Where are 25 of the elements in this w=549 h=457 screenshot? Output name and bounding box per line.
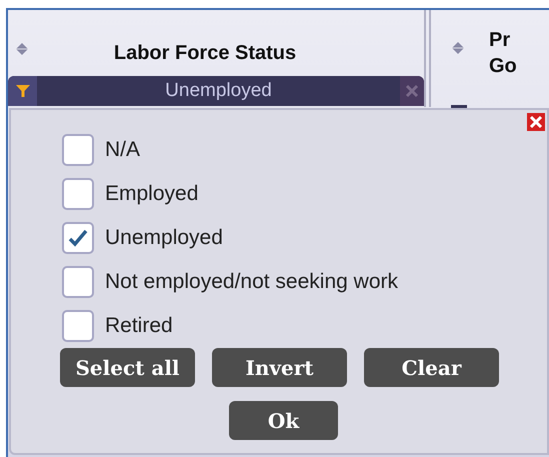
- option-label: Retired: [105, 312, 173, 339]
- checkbox[interactable]: [62, 222, 94, 254]
- close-icon[interactable]: [527, 113, 545, 131]
- option-label: Not employed/not seeking work: [105, 268, 398, 295]
- option-label: N/A: [105, 136, 140, 163]
- ok-button[interactable]: Ok: [229, 401, 338, 440]
- checkmark-icon: [68, 228, 88, 246]
- option-label: Unemployed: [105, 224, 223, 251]
- checkbox[interactable]: [62, 266, 94, 298]
- column-title: Labor Force Status: [112, 41, 298, 66]
- column-title: Pr Go: [489, 28, 517, 79]
- filter-bar[interactable]: Unemployed: [8, 76, 424, 106]
- action-button[interactable]: Invert: [212, 348, 347, 387]
- checkbox[interactable]: [62, 134, 94, 166]
- filter-bar: [451, 105, 467, 108]
- option-label: Employed: [105, 180, 198, 207]
- clear-icon[interactable]: [405, 84, 419, 98]
- action-button[interactable]: Clear: [364, 348, 499, 387]
- action-button[interactable]: Select all: [60, 348, 195, 387]
- funnel-icon[interactable]: [16, 84, 30, 98]
- checkbox[interactable]: [62, 178, 94, 210]
- filter-value: Unemployed: [164, 78, 273, 103]
- checkbox[interactable]: [62, 310, 94, 342]
- sort-icon[interactable]: [16, 43, 28, 55]
- sort-icon[interactable]: [452, 42, 464, 54]
